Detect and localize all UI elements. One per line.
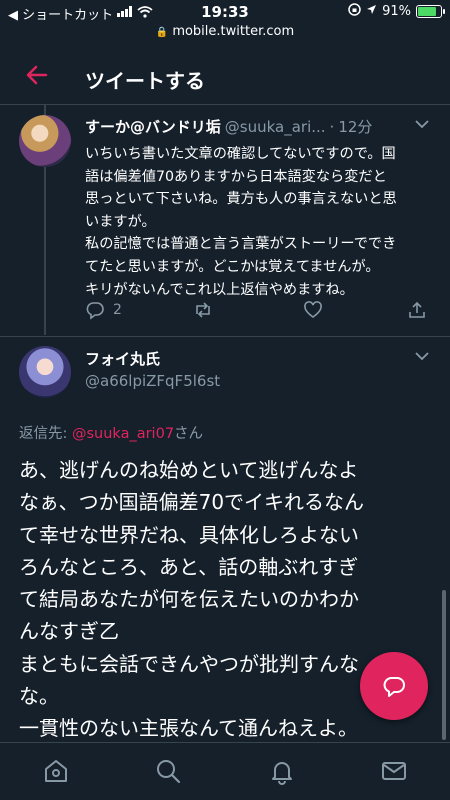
home-icon — [45, 760, 67, 782]
bell-icon — [272, 762, 292, 785]
url-text: mobile.twitter.com — [172, 24, 295, 39]
scrollbar[interactable] — [442, 590, 446, 740]
tweet1-line: 語は偏差値70ありますから日本語変なら変だと — [85, 168, 387, 185]
tweet1-actions: 2 — [85, 300, 435, 326]
compose-icon — [383, 677, 405, 697]
battery-percent: 91% — [382, 4, 411, 19]
tweet1-line: 私の記憶では普通と言う言葉がストーリーででき — [85, 236, 397, 253]
tweet2-line: なぁ、つか国語偏差70でイキれるなん — [19, 490, 365, 515]
nav-search[interactable] — [154, 757, 182, 785]
tweet1-author-name[interactable]: すーか@バンドリ垢 — [85, 118, 221, 136]
lock-icon: 🔒 — [155, 27, 169, 38]
reply-icon — [86, 302, 104, 320]
tweet1-line: いちいち書いた文章の確認してないですので。国 — [85, 146, 396, 162]
tweet2-author-name[interactable]: フォイ丸氏 — [85, 348, 160, 369]
tweet2-line: て結局あなたが何を伝えたいのかわか — [19, 587, 359, 612]
share-icon — [409, 301, 425, 318]
chevron-down-icon[interactable] — [415, 117, 429, 133]
tweet1-line: てたと思いますが。どこかは覚えてませんが。 — [85, 258, 380, 275]
mail-icon — [382, 762, 406, 780]
tweet-detail-page: ◀ ショートカット 19:33 91% 🔒mobile.twitter.com — [0, 0, 450, 800]
tweet1-line: キリがないんでこれ以上返信やめますね。 — [85, 281, 354, 298]
tweet2-line: て幸せな世界だね、具体化しろよない — [19, 522, 359, 547]
avatar[interactable] — [19, 346, 71, 398]
tweet1-line: いますが。 — [85, 213, 156, 230]
tweet1-header: すーか@バンドリ垢 @suuka_ari... · 12分 — [85, 116, 372, 137]
separator-dot: · — [329, 118, 335, 136]
page-header: ツイートする — [0, 50, 450, 105]
chevron-down-icon[interactable] — [415, 349, 429, 365]
tweet2-line: あ、逃げんのね始めといて逃げんなよ — [19, 458, 359, 482]
tweet1-author-handle[interactable]: @suuka_ari... — [225, 118, 326, 136]
reply-to-suffix: さん — [174, 426, 204, 442]
avatar[interactable] — [19, 115, 71, 167]
arrow-left-icon — [26, 65, 48, 85]
reply-to-label: 返信先: — [19, 426, 72, 442]
bottom-nav — [0, 742, 450, 800]
tweet1-text: いちいち書いた文章の確認してないですので。国 語は偏差値70ありますから日本語変… — [85, 143, 435, 301]
divider — [0, 336, 450, 337]
share-button[interactable] — [407, 300, 427, 320]
battery-icon — [416, 5, 445, 18]
retweet-icon — [196, 302, 210, 318]
retweet-button[interactable] — [193, 300, 213, 320]
tweet1-time[interactable]: 12分 — [338, 118, 372, 136]
rotation-lock-icon — [348, 3, 361, 20]
page-title: ツイートする — [85, 69, 205, 93]
reply-count: 2 — [113, 302, 122, 318]
tweet2-line: ろんなところ、あと、話の軸ぶれすぎ — [19, 554, 359, 579]
nav-notifications[interactable] — [268, 757, 296, 785]
tweet2-line: んなすぎ乙 — [19, 619, 119, 644]
location-icon — [366, 4, 377, 19]
reply-to-line: 返信先: @suuka_ari07さん — [19, 422, 203, 443]
tweet1-line: 思っといて下さいね。貴方も人の事言えないと思 — [85, 191, 397, 208]
back-button[interactable] — [24, 62, 54, 92]
like-button[interactable] — [303, 300, 323, 320]
search-icon — [157, 760, 181, 784]
reply-button[interactable]: 2 — [85, 300, 122, 320]
reply-to-mention[interactable]: @suuka_ari07 — [72, 426, 174, 442]
nav-messages[interactable] — [380, 757, 408, 785]
nav-home[interactable] — [42, 757, 70, 785]
heart-icon — [304, 301, 322, 318]
compose-button[interactable] — [360, 652, 428, 720]
status-right: 91% — [348, 3, 445, 20]
url-bar[interactable]: 🔒 mobile.twitter.com — [0, 24, 450, 42]
status-bar: ◀ ショートカット 19:33 91% — [0, 0, 450, 24]
tweet2-line: 一貫性のない主張なんて通んねえよ。 — [19, 716, 358, 741]
tweet2-author-handle[interactable]: @a66lpiZFqF5l6st — [85, 372, 220, 390]
